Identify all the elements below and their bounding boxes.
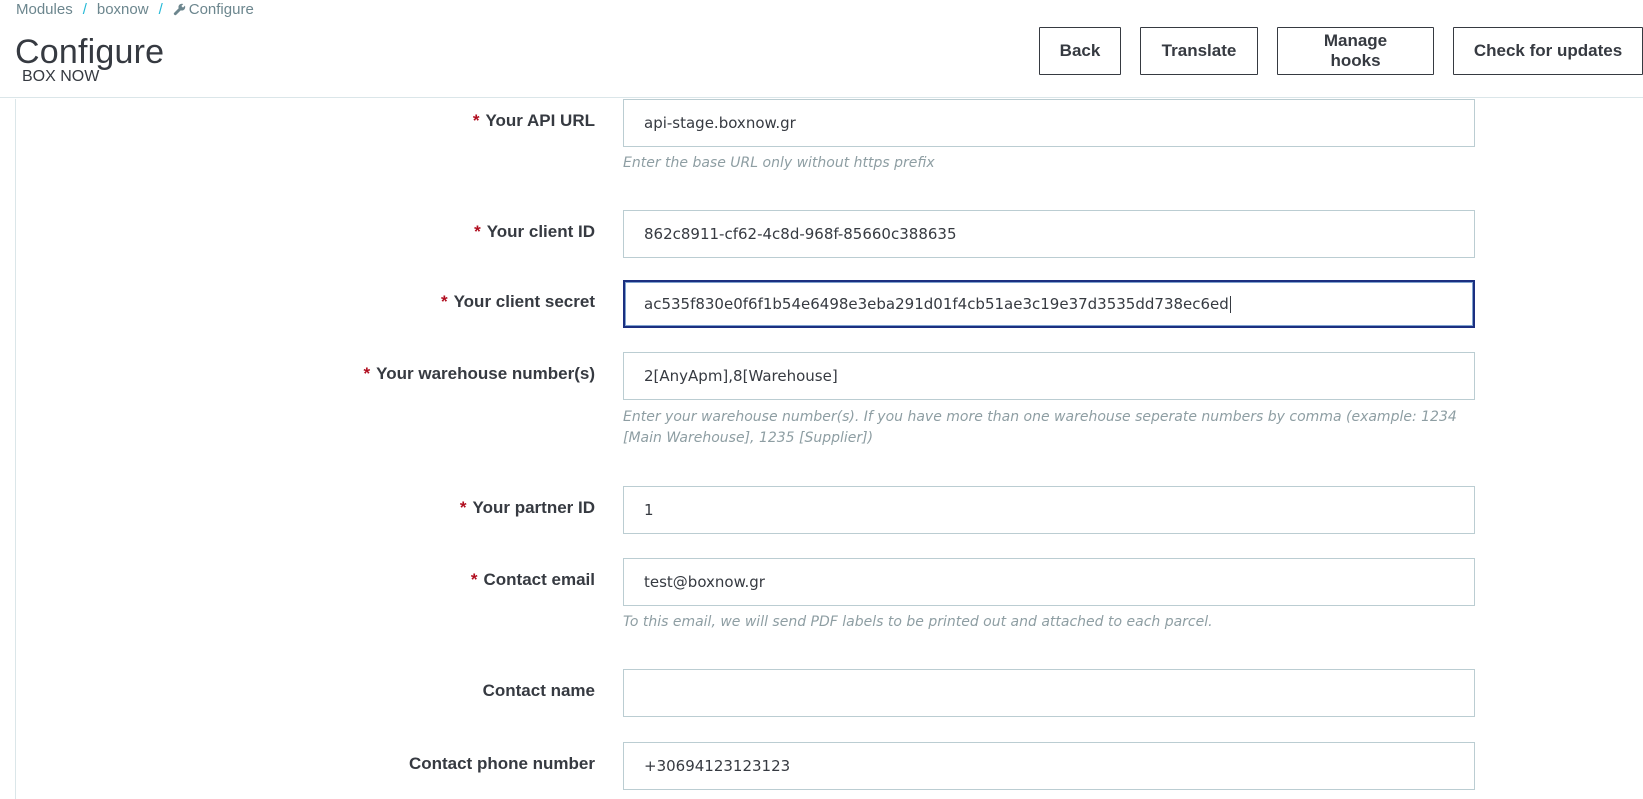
contact-email-input[interactable]: test@boxnow.gr bbox=[623, 558, 1475, 606]
client-id-label: * Your client ID bbox=[474, 222, 595, 241]
page-title: Configure bbox=[15, 33, 165, 71]
contact-phone-input[interactable]: +30694123123123 bbox=[623, 742, 1475, 790]
api-url-label: * Your API URL bbox=[472, 111, 595, 130]
contact-name-input[interactable] bbox=[623, 669, 1475, 717]
breadcrumb: Modules / boxnow / Configure bbox=[16, 1, 254, 18]
partner-id-label: * Your partner ID bbox=[459, 498, 595, 517]
warehouse-numbers-input[interactable]: 2[AnyApm],8[Warehouse] bbox=[623, 352, 1475, 400]
breadcrumb-separator: / bbox=[158, 1, 163, 18]
required-mark: * bbox=[470, 570, 478, 589]
contact-email-help: To this email, we will send PDF labels t… bbox=[623, 614, 1213, 630]
breadcrumb-separator: / bbox=[82, 1, 87, 18]
warehouse-numbers-label: * Your warehouse number(s) bbox=[363, 364, 595, 383]
contact-name-label: Contact name bbox=[482, 681, 595, 700]
contact-email-label: * Contact email bbox=[470, 570, 595, 589]
client-secret-input[interactable]: ac535f830e0f6f1b54e6498e3eba291d01f4cb51… bbox=[623, 280, 1475, 328]
required-mark: * bbox=[440, 292, 448, 311]
configuration-form-panel: * Your API URL api-stage.boxnow.gr Enter … bbox=[15, 99, 1643, 799]
wrench-icon bbox=[173, 3, 185, 16]
toolbar: Back Translate Manage hooks Check for up… bbox=[1039, 27, 1643, 75]
warehouse-numbers-help: Enter your warehouse number(s). If you h… bbox=[623, 409, 1457, 446]
api-url-input[interactable]: api-stage.boxnow.gr bbox=[623, 99, 1475, 147]
check-for-updates-button[interactable]: Check for updates bbox=[1453, 27, 1643, 75]
back-button[interactable]: Back bbox=[1039, 27, 1121, 75]
page-subtitle: BOX NOW bbox=[22, 68, 100, 85]
required-mark: * bbox=[472, 111, 480, 130]
api-url-help: Enter the base URL only without https pr… bbox=[623, 155, 935, 171]
breadcrumb-configure-label: Configure bbox=[188, 1, 254, 18]
page-header: Modules / boxnow / Configure Configure B… bbox=[0, 0, 1643, 98]
breadcrumb-boxnow[interactable]: boxnow bbox=[97, 1, 149, 18]
breadcrumb-modules[interactable]: Modules bbox=[16, 1, 73, 18]
translate-button[interactable]: Translate bbox=[1140, 27, 1258, 75]
contact-phone-label: Contact phone number bbox=[408, 754, 595, 773]
breadcrumb-configure: Configure bbox=[173, 1, 254, 18]
text-caret bbox=[1229, 295, 1231, 313]
manage-hooks-button[interactable]: Manage hooks bbox=[1277, 27, 1434, 75]
required-mark: * bbox=[459, 498, 467, 517]
required-mark: * bbox=[363, 364, 371, 383]
client-id-input[interactable]: 862c8911-cf62-4c8d-968f-85660c388635 bbox=[623, 210, 1475, 258]
client-secret-label: * Your client secret bbox=[440, 292, 595, 311]
required-mark: * bbox=[474, 222, 481, 241]
partner-id-input[interactable]: 1 bbox=[623, 486, 1475, 534]
